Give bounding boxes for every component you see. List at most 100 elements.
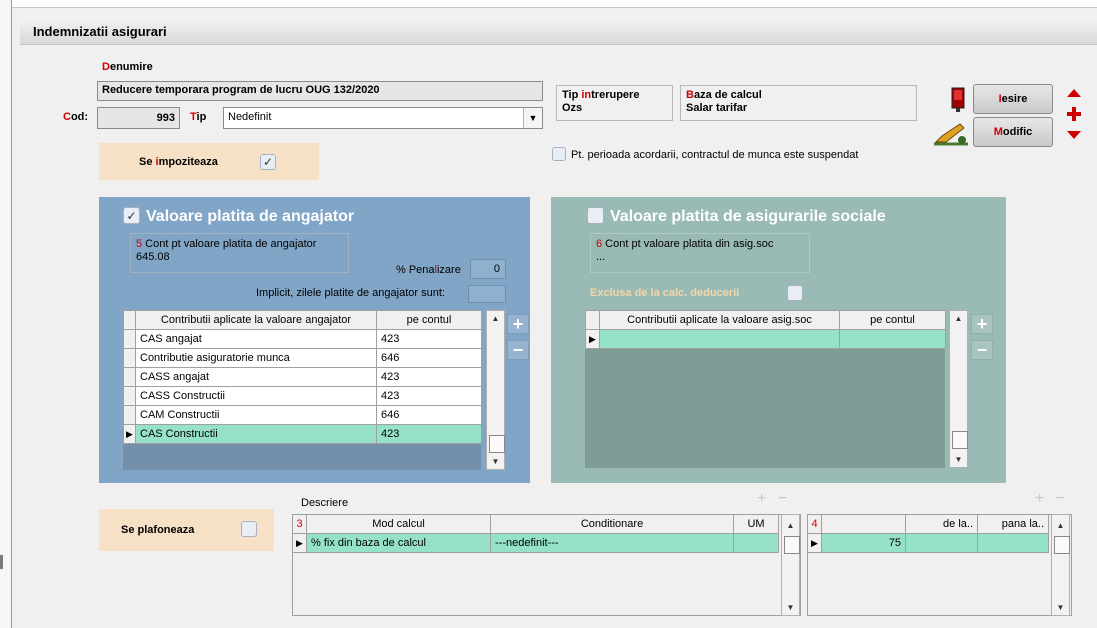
row-mod[interactable]: % fix din baza de calcul [306,533,491,553]
grid-corner [123,310,136,330]
implicit-zile-field[interactable] [468,285,506,303]
scroll-down-icon[interactable]: ▼ [782,603,799,612]
angajator-cont-box[interactable]: 5 Cont pt valoare platita de angajator 6… [130,233,349,273]
col-pana-la[interactable]: pana la.. [977,514,1049,534]
modific-button[interactable]: Modific [973,117,1053,147]
penalizare-field[interactable]: 0 [470,259,506,279]
table-row-selected[interactable]: ▶% fix din baza de calcul ---nedefinit--- [292,533,779,553]
col-mod-calcul[interactable]: Mod calcul [306,514,491,534]
se-impoziteaza-checkbox[interactable]: ✓ [260,154,276,170]
remove-row-icon[interactable]: − [971,340,993,360]
col-conditionare[interactable]: Conditionare [490,514,734,534]
scroll-up-icon[interactable]: ▲ [782,521,799,530]
asig-soc-grid-scrollbar[interactable]: ▲ ▼ [949,310,968,468]
mod-calcul-scrollbar[interactable]: ▲ ▼ [781,514,800,616]
row-um[interactable] [733,533,779,553]
asig-soc-cont-box[interactable]: 6 Cont pt valoare platita din asig.soc .… [590,233,810,273]
row-name[interactable]: CAS angajat [135,329,377,349]
col-de-la[interactable]: de la.. [905,514,978,534]
table-row-selected[interactable]: ▶ CAS Constructii 423 [123,424,482,444]
mod-calcul-grid[interactable]: 3 Mod calcul Conditionare UM ▶% fix din baz… [292,514,779,553]
table-row[interactable]: CASS angajat 423 [123,367,482,387]
add-row-icon[interactable]: + [507,314,529,334]
exclusa-checkbox[interactable] [787,285,803,301]
col-pe-contul-asig[interactable]: pe contul [839,310,946,330]
row-cont[interactable]: 646 [376,405,482,425]
scroll-down-icon[interactable]: ▼ [1052,603,1069,612]
table-row[interactable]: CASS Constructii 423 [123,386,482,406]
row-name[interactable]: Contributie asiguratorie munca [135,348,377,368]
row-value[interactable]: 75 [821,533,906,553]
denumire-field[interactable]: Reducere temporara program de lucru OUG … [97,81,543,101]
col-contributii[interactable]: Contributii aplicate la valoare angajato… [135,310,377,330]
scroll-down-icon[interactable]: ▼ [487,457,504,466]
col-value[interactable] [821,514,906,534]
row-name[interactable]: CAS Constructii [135,424,377,444]
cod-field[interactable]: 993 [97,107,180,129]
row-cont[interactable]: 423 [376,386,482,406]
row-name[interactable]: CAM Constructii [135,405,377,425]
tip-select[interactable]: Nedefinit ▼ [223,107,543,129]
row-cont[interactable]: 423 [376,424,482,444]
col-pe-contul[interactable]: pe contul [376,310,482,330]
minus-icon[interactable]: − [778,490,787,508]
checkmark-icon: ✓ [262,155,274,169]
asig-soc-checkbox[interactable] [587,207,604,224]
navigate-down-icon[interactable] [1066,130,1082,140]
grid-number: 3 [292,514,307,534]
tip-intrerupere-box: Tip intrerupere Ozs [556,85,673,121]
table-row[interactable]: Contributie asiguratorie munca 646 [123,348,482,368]
scroll-thumb[interactable] [784,536,800,554]
scroll-up-icon[interactable]: ▲ [950,314,967,323]
angajator-grid[interactable]: Contributii aplicate la valoare angajato… [123,310,482,444]
scroll-thumb[interactable] [952,431,968,449]
row-pana-la[interactable] [977,533,1049,553]
exit-door-icon[interactable] [946,85,968,113]
remove-row-icon[interactable]: − [507,340,529,360]
add-row-icon[interactable]: + [971,314,993,334]
window-top-border [12,0,1097,8]
row-cont[interactable]: 423 [376,329,482,349]
row-cont[interactable]: 423 [376,367,482,387]
row-header [123,329,136,349]
row-cond[interactable]: ---nedefinit--- [490,533,734,553]
iesire-button[interactable]: Iesire [973,84,1053,114]
navigate-up-icon[interactable] [1066,88,1082,98]
angajator-grid-scrollbar[interactable]: ▲ ▼ [486,310,505,470]
checkmark-icon: ✓ [126,208,137,223]
asig-soc-title: Valoare platita de asigurarile sociale [610,208,886,225]
scroll-down-icon[interactable]: ▼ [950,455,967,464]
chevron-down-icon[interactable]: ▼ [523,108,542,128]
cod-label: Cod: [63,111,89,123]
table-row[interactable]: CAS angajat 423 [123,329,482,349]
table-row-selected[interactable]: ▶ 75 [807,533,1049,553]
row-name[interactable]: CASS Constructii [135,386,377,406]
add-record-icon[interactable] [1066,106,1082,122]
table-row-selected[interactable]: ▶ [585,329,946,349]
plafon-values-grid[interactable]: 4 de la.. pana la.. ▶ 75 [807,514,1049,553]
table-row[interactable]: CAM Constructii 646 [123,405,482,425]
minus-icon[interactable]: − [1055,490,1064,508]
row-name[interactable] [599,329,840,349]
row-cont[interactable] [839,329,946,349]
add-icon[interactable]: + [757,490,766,508]
row-name[interactable]: CASS angajat [135,367,377,387]
pencil-edit-icon[interactable] [932,118,970,146]
se-plafoneaza-checkbox[interactable] [241,521,257,537]
scroll-up-icon[interactable]: ▲ [1052,521,1069,530]
suspendat-checkbox[interactable] [552,147,566,161]
scroll-thumb[interactable] [489,435,505,453]
row-header [123,367,136,387]
plafon-values-scrollbar[interactable]: ▲ ▼ [1051,514,1070,616]
angajator-checkbox[interactable]: ✓ [123,207,140,224]
col-um[interactable]: UM [733,514,779,534]
add-icon[interactable]: + [1035,490,1044,508]
form-title: Indemnizatii asigurari [20,17,1097,45]
asig-soc-grid[interactable]: Contributii aplicate la valoare asig.soc… [585,310,946,349]
row-cont[interactable]: 646 [376,348,482,368]
col-contributii-asig[interactable]: Contributii aplicate la valoare asig.soc [599,310,840,330]
baza-calcul-box: Baza de calcul Salar tarifar [680,85,917,121]
scroll-thumb[interactable] [1054,536,1070,554]
scroll-up-icon[interactable]: ▲ [487,314,504,323]
row-de-la[interactable] [905,533,978,553]
